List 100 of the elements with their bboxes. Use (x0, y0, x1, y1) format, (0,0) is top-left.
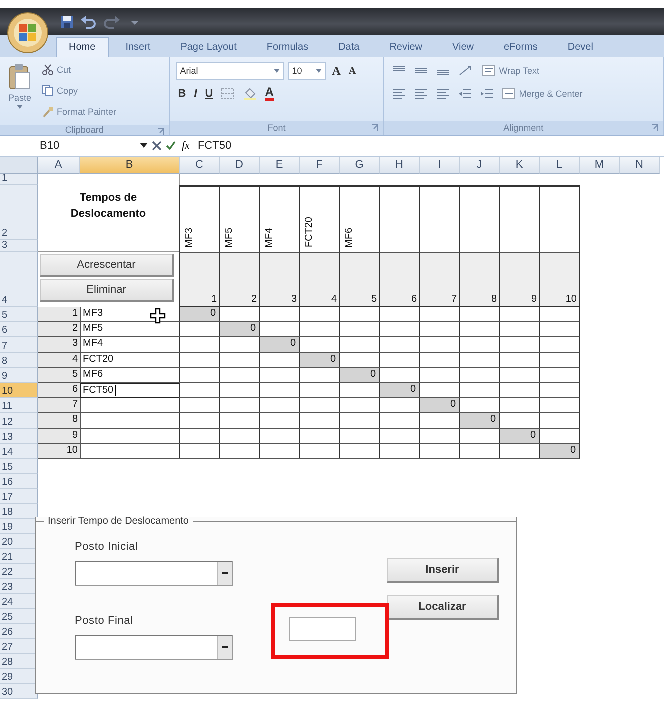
wrap-text-button[interactable]: Wrap Text (480, 62, 542, 80)
font-color-button[interactable]: A (263, 85, 276, 103)
ribbon-tab[interactable]: Insert (112, 37, 164, 57)
station-number: 8 (38, 413, 80, 428)
table-cell (179, 337, 220, 353)
table-cell (459, 352, 500, 368)
dialog-launcher-icon[interactable] (651, 124, 659, 132)
column-header[interactable]: E (260, 157, 300, 174)
form-button[interactable]: Localizar (387, 595, 499, 620)
table-cell (419, 352, 460, 368)
combo-box[interactable] (75, 561, 233, 586)
row-header[interactable]: 17 (0, 488, 38, 504)
form-button[interactable]: Inserir (387, 558, 499, 583)
font-name-dropdown[interactable]: Arial (176, 62, 284, 80)
column-header[interactable]: F (300, 157, 340, 174)
row-header[interactable]: 7 (0, 337, 38, 353)
column-header[interactable]: M (580, 157, 620, 174)
bold-button[interactable]: B (176, 85, 188, 103)
ribbon-tab[interactable]: Data (326, 37, 373, 57)
cancel-icon[interactable] (152, 141, 162, 151)
center-icon (414, 88, 428, 100)
row-header[interactable]: 3 (0, 240, 38, 252)
station-name[interactable]: FCT50 (80, 382, 180, 398)
column-header[interactable]: L (540, 157, 580, 174)
formula-input[interactable]: FCT50 (196, 138, 664, 154)
row-header[interactable]: 16 (0, 474, 38, 489)
column-header[interactable]: C (180, 157, 220, 174)
grow-font-button[interactable]: A (330, 62, 343, 80)
combo-box[interactable] (75, 635, 233, 660)
column-header[interactable]: D (220, 157, 260, 174)
column-header[interactable]: A (38, 157, 80, 174)
text-input-field[interactable] (289, 617, 356, 641)
table-cell (259, 444, 300, 459)
sheet-button[interactable]: Eliminar (40, 279, 174, 302)
column-header[interactable]: H (380, 157, 420, 174)
underline-button[interactable]: U (203, 85, 216, 103)
table-cell (179, 382, 220, 398)
ribbon-tab[interactable]: eForms (490, 37, 551, 57)
ribbon-tab[interactable]: Home (56, 37, 109, 57)
table-cell (379, 352, 420, 368)
table-cell (539, 337, 580, 353)
dialog-launcher-icon[interactable] (371, 124, 380, 132)
save-icon[interactable] (60, 14, 74, 28)
table-cell (219, 352, 260, 368)
borders-icon (221, 88, 236, 100)
row-header[interactable]: 1 (0, 174, 38, 185)
name-box[interactable]: B10 (40, 138, 136, 154)
ribbon-tab[interactable]: Formulas (254, 37, 322, 57)
column-name: MF6 (344, 228, 355, 248)
scissors-icon (42, 64, 54, 76)
table-cell (219, 444, 260, 459)
column-name: MF5 (224, 228, 235, 248)
column-header[interactable]: K (500, 157, 540, 174)
column-number: 3 (259, 252, 300, 307)
font-size-dropdown[interactable]: 10 (288, 62, 326, 80)
table-cell (379, 444, 420, 459)
row-header[interactable]: 12 (0, 413, 38, 428)
dialog-launcher-icon[interactable] (157, 128, 166, 136)
wrap-text-icon (482, 65, 496, 77)
ribbon-tab[interactable]: View (439, 37, 487, 57)
row-header[interactable]: 13 (0, 428, 38, 444)
column-header[interactable]: J (460, 157, 500, 174)
station-number: 6 (38, 382, 80, 398)
table-cell (219, 428, 260, 444)
undo-icon[interactable] (80, 14, 96, 28)
row-header[interactable]: 9 (0, 368, 38, 383)
paint-bucket-icon (243, 88, 258, 100)
column-number: 8 (459, 252, 500, 307)
ribbon-tab[interactable]: Review (376, 37, 436, 57)
column-header[interactable]: I (420, 157, 460, 174)
merge-cells-icon (502, 88, 516, 100)
table-cell (339, 444, 380, 459)
row-header[interactable]: 6 (0, 322, 38, 338)
shrink-font-button[interactable]: A (346, 62, 358, 80)
row-header[interactable]: 8 (0, 352, 38, 368)
row-header[interactable]: 10 (0, 382, 38, 398)
align-left-icon (392, 88, 406, 100)
row-header[interactable]: 2 (0, 185, 38, 240)
row-header[interactable]: 14 (0, 444, 38, 459)
table-cell (539, 382, 580, 398)
row-header[interactable]: 5 (0, 307, 38, 322)
row-header[interactable]: 11 (0, 398, 38, 414)
ribbon-tab[interactable]: Page Layout (168, 37, 250, 57)
row-header[interactable]: 4 (0, 252, 38, 307)
ribbon-tab[interactable]: Devel (554, 37, 606, 57)
column-header[interactable]: G (340, 157, 380, 174)
row-header[interactable]: 15 (0, 458, 38, 474)
sheet-button[interactable]: Acrescentar (40, 254, 174, 277)
diagonal-cell: 0 (459, 413, 500, 428)
station-number: 2 (38, 322, 80, 338)
italic-button[interactable]: I (192, 85, 200, 103)
column-header[interactable]: B (80, 157, 180, 174)
table-cell (419, 428, 460, 444)
column-header[interactable]: N (620, 157, 660, 174)
column-number: 7 (419, 252, 460, 307)
cut-button[interactable]: Cut (40, 61, 119, 79)
checkmark-icon[interactable] (166, 141, 176, 151)
station-number: 4 (38, 352, 80, 368)
insert-function-button[interactable]: fx (180, 140, 192, 152)
row-header[interactable]: 18 (0, 504, 38, 519)
